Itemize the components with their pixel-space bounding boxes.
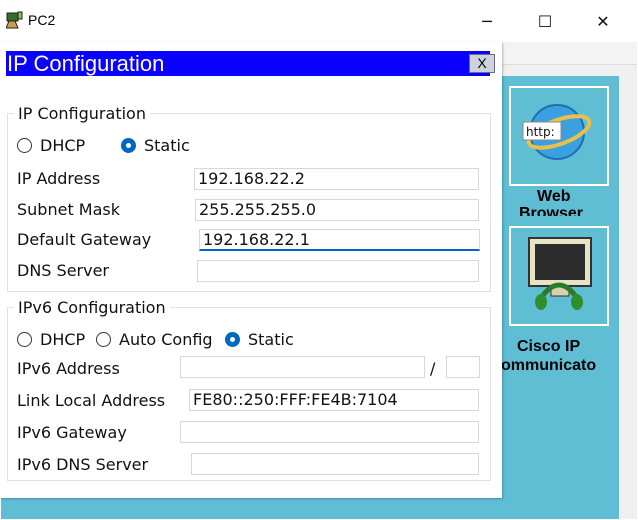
ipv6-address-field[interactable] (180, 356, 425, 378)
panel-header: IP Configuration X (6, 51, 495, 76)
cisco-ip-label-1: Cisco IP (517, 338, 581, 355)
ipv6-address-label: IPv6 Address (17, 359, 120, 378)
ip-address-field[interactable]: 192.168.22.2 (194, 168, 479, 190)
ip-communicator-icon (528, 237, 592, 310)
maximize-button[interactable]: ☐ (522, 6, 568, 36)
ip-address-label: IP Address (17, 169, 101, 188)
ip-configuration-panel: IP Configuration X IP Configuration DHCP… (0, 42, 502, 498)
ipv6-dhcp-radio[interactable] (17, 332, 32, 347)
web-browser-app[interactable]: http: (509, 86, 609, 186)
ipv6-auto-config-radio[interactable] (96, 332, 111, 347)
window-titlebar: PC2 ─ ☐ ✕ (0, 0, 638, 42)
dns-server-label: DNS Server (17, 261, 109, 280)
ipv6-dns-server-label: IPv6 DNS Server (17, 455, 149, 474)
ipv6-gateway-field[interactable] (180, 421, 479, 443)
default-gateway-field[interactable]: 192.168.22.1 (199, 229, 480, 251)
link-local-address-field[interactable]: FE80::250:FFF:FE4B:7104 (189, 389, 479, 411)
panel-close-button[interactable]: X (469, 54, 495, 73)
web-browser-icon: http: (522, 104, 592, 160)
ipv6-dns-server-field[interactable] (191, 453, 479, 475)
ipv4-dhcp-radio[interactable] (17, 138, 32, 153)
ipv6-auto-config-label[interactable]: Auto Config (119, 330, 213, 349)
web-browser-label-2: Browser (519, 206, 584, 216)
cisco-ip-label-2: ommunicato (501, 357, 597, 374)
maximize-icon: ☐ (537, 11, 553, 31)
subnet-mask-field[interactable]: 255.255.255.0 (195, 199, 479, 221)
panel-title: IP Configuration (7, 51, 165, 76)
subnet-mask-label: Subnet Mask (17, 200, 121, 219)
close-icon: ✕ (596, 11, 610, 31)
ipv6-static-radio[interactable] (225, 332, 240, 347)
ipv6-group-legend: IPv6 Configuration (18, 298, 166, 317)
link-local-address-label: Link Local Address (17, 391, 166, 410)
ipv6-dhcp-label[interactable]: DHCP (40, 330, 85, 349)
default-gateway-label: Default Gateway (17, 230, 152, 249)
http-badge-text: http: (526, 125, 555, 139)
ipv4-static-label[interactable]: Static (144, 136, 190, 155)
web-browser-label-1: Web (537, 188, 571, 205)
minimize-icon: ─ (482, 11, 492, 31)
window-title: PC2 (28, 12, 56, 28)
packet-tracer-pc-icon (6, 11, 23, 29)
dns-server-field[interactable] (197, 260, 479, 282)
cisco-ip-communicator-app[interactable] (509, 226, 609, 326)
ipv6-prefix-length-field[interactable] (446, 356, 480, 378)
ipv4-dhcp-label[interactable]: DHCP (40, 136, 85, 155)
close-button[interactable]: ✕ (580, 6, 626, 36)
ipv4-group-legend: IP Configuration (18, 104, 146, 123)
ipv4-static-radio[interactable] (121, 138, 136, 153)
minimize-button[interactable]: ─ (464, 6, 510, 36)
ipv6-gateway-label: IPv6 Gateway (17, 423, 127, 442)
ipv6-static-label[interactable]: Static (248, 330, 294, 349)
prefix-separator: / (430, 359, 436, 378)
